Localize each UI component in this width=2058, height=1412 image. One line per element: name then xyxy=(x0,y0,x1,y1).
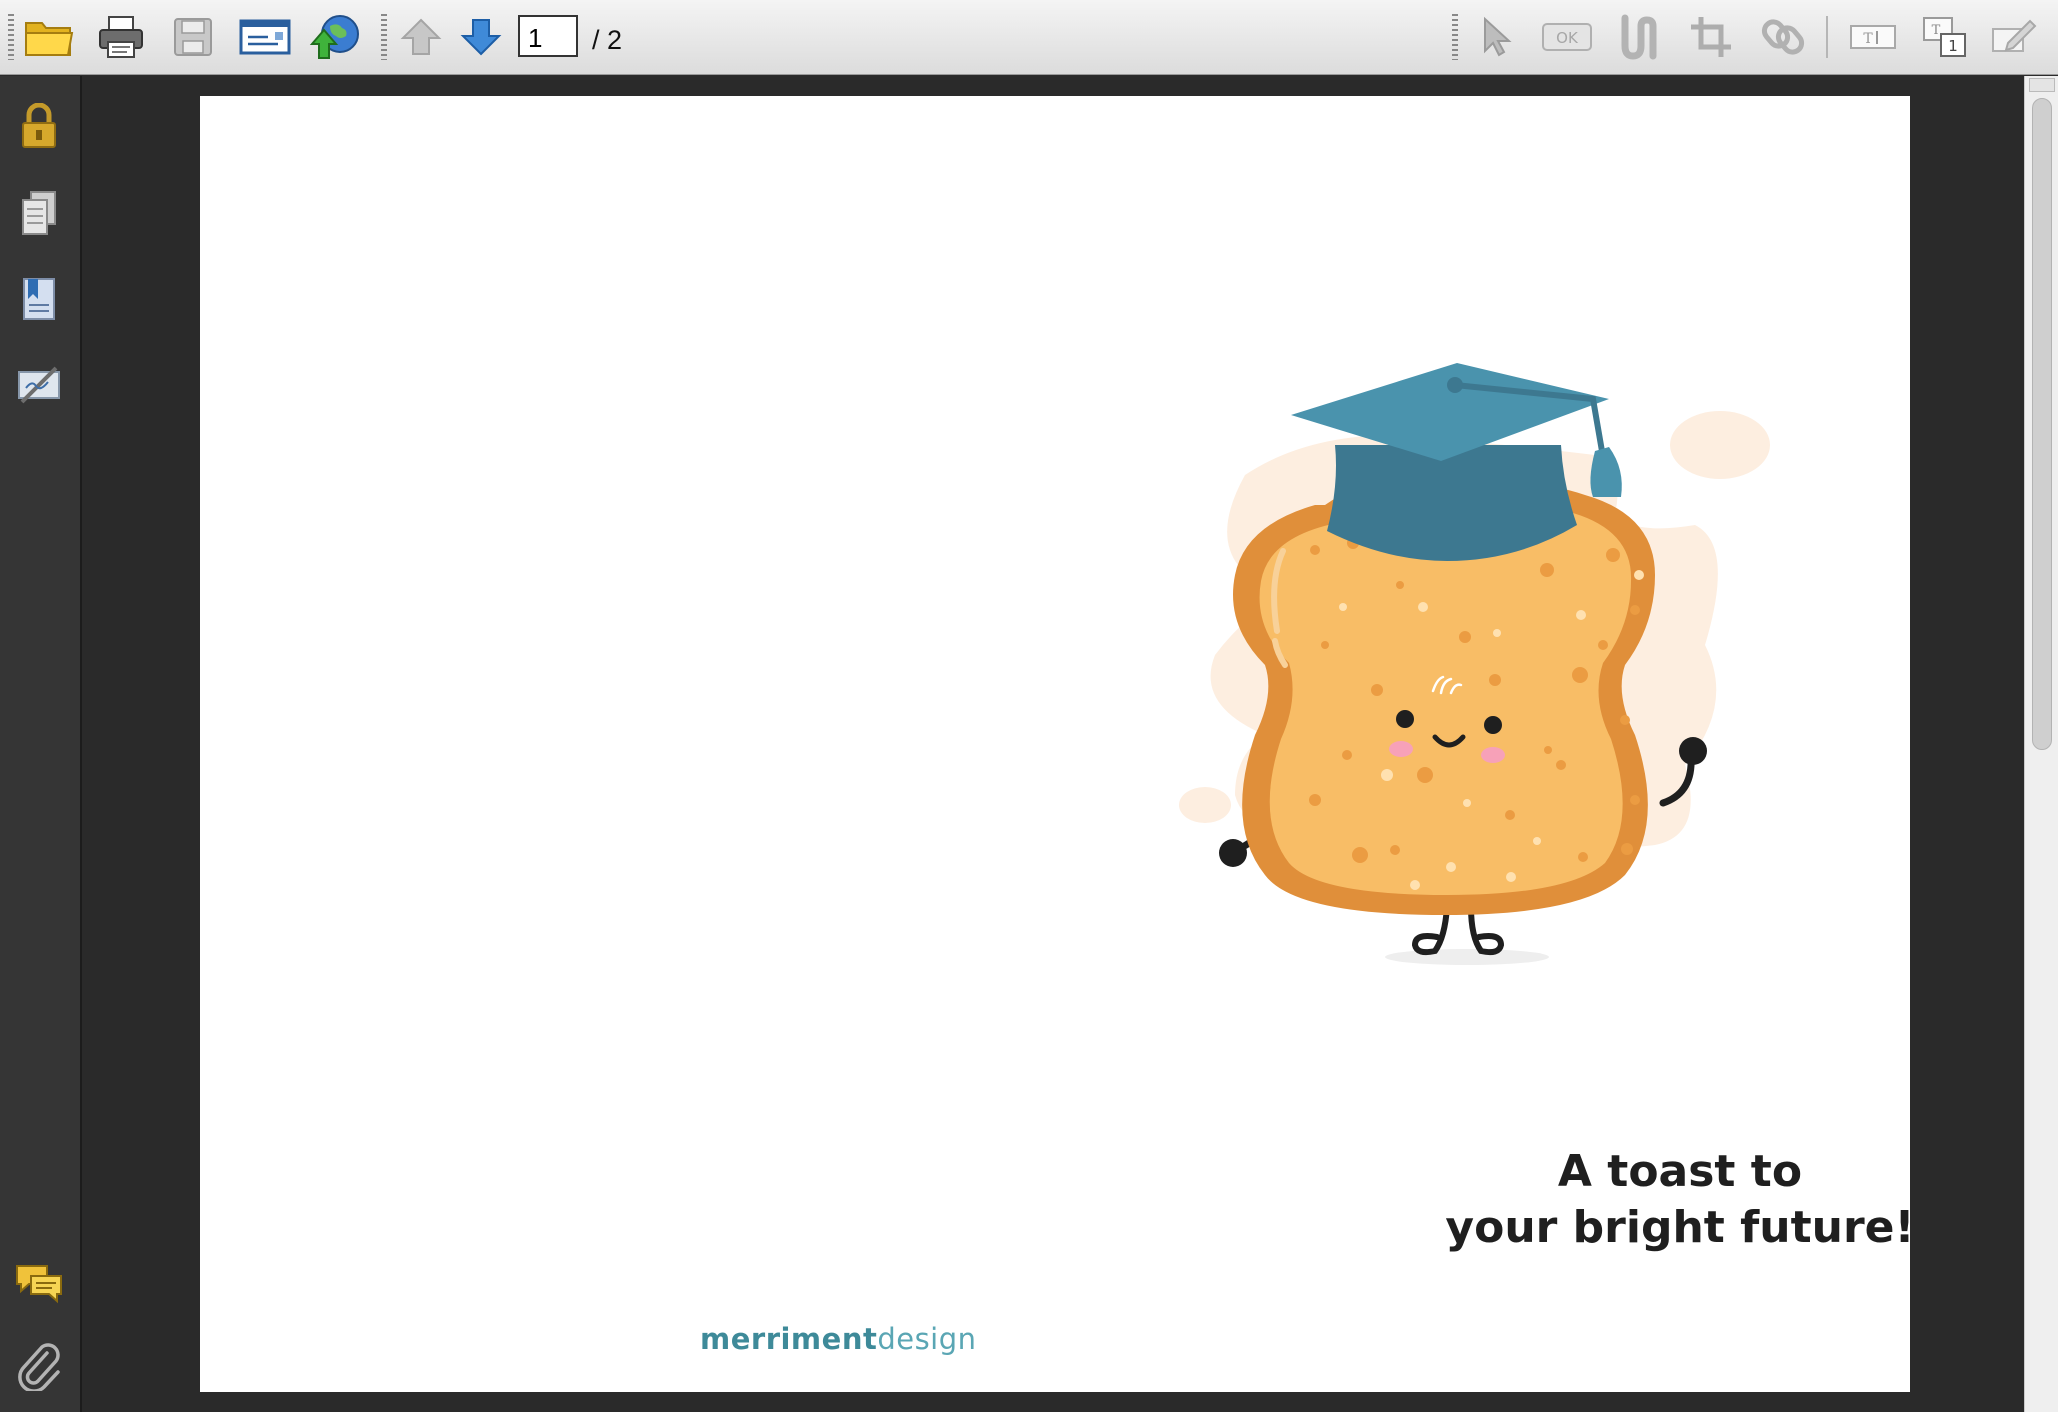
toast-inner xyxy=(1259,502,1632,895)
scrollbar-thumb[interactable] xyxy=(2032,98,2052,750)
document-page: A toast to your bright future! merriment… xyxy=(200,96,1915,1392)
page-number-input[interactable]: 1 xyxy=(518,15,578,57)
previous-page-icon[interactable] xyxy=(392,8,450,66)
svg-text:OK: OK xyxy=(1556,29,1579,47)
select-tool-icon[interactable] xyxy=(1466,8,1524,66)
print-icon[interactable] xyxy=(92,8,150,66)
email-icon[interactable] xyxy=(236,8,294,66)
ok-button-icon[interactable]: OK xyxy=(1538,8,1596,66)
scroll-up-button[interactable] xyxy=(2029,78,2055,92)
open-folder-icon[interactable] xyxy=(20,8,78,66)
touchup-tool-icon[interactable] xyxy=(1610,8,1668,66)
cap-tassel xyxy=(1590,447,1622,497)
brand-logo-bold: merriment xyxy=(700,1322,878,1356)
toast-graduate-illustration xyxy=(1179,363,1770,965)
card-headline: A toast to your bright future! xyxy=(1380,1144,1980,1256)
attachments-icon[interactable] xyxy=(10,1338,68,1396)
toolbar: 1 / 2 OK T T1 xyxy=(0,0,2058,75)
vertical-scrollbar[interactable] xyxy=(2024,76,2058,1412)
lock-icon[interactable] xyxy=(10,98,68,156)
svg-text:T: T xyxy=(1863,31,1873,47)
toolbar-grip[interactable] xyxy=(1452,14,1458,60)
bookmarks-icon[interactable] xyxy=(10,270,68,328)
toolbar-separator xyxy=(1826,16,1828,58)
crop-tool-icon[interactable] xyxy=(1682,8,1740,66)
svg-text:1: 1 xyxy=(1948,37,1958,55)
brand-logo: merrimentdesign xyxy=(700,1322,977,1356)
web-upload-icon[interactable] xyxy=(306,8,364,66)
signatures-icon[interactable] xyxy=(10,356,68,414)
svg-text:T: T xyxy=(1932,23,1941,38)
page-total-label: / 2 xyxy=(592,25,623,55)
toolbar-grip[interactable] xyxy=(8,14,14,60)
numbered-field-icon[interactable]: T1 xyxy=(1916,8,1974,66)
edit-form-icon[interactable] xyxy=(1986,8,2044,66)
navigation-sidebar xyxy=(0,76,82,1412)
headline-line-2: your bright future! xyxy=(1445,1202,1915,1253)
headline-line-1: A toast to xyxy=(1557,1146,1803,1197)
save-icon[interactable] xyxy=(164,8,222,66)
brand-logo-light: design xyxy=(877,1322,977,1356)
comments-icon[interactable] xyxy=(10,1254,68,1312)
text-field-icon[interactable]: T xyxy=(1844,8,1902,66)
toolbar-grip[interactable] xyxy=(381,14,387,60)
next-page-icon[interactable] xyxy=(452,8,510,66)
pages-icon[interactable] xyxy=(10,184,68,242)
link-tool-icon[interactable] xyxy=(1754,8,1812,66)
